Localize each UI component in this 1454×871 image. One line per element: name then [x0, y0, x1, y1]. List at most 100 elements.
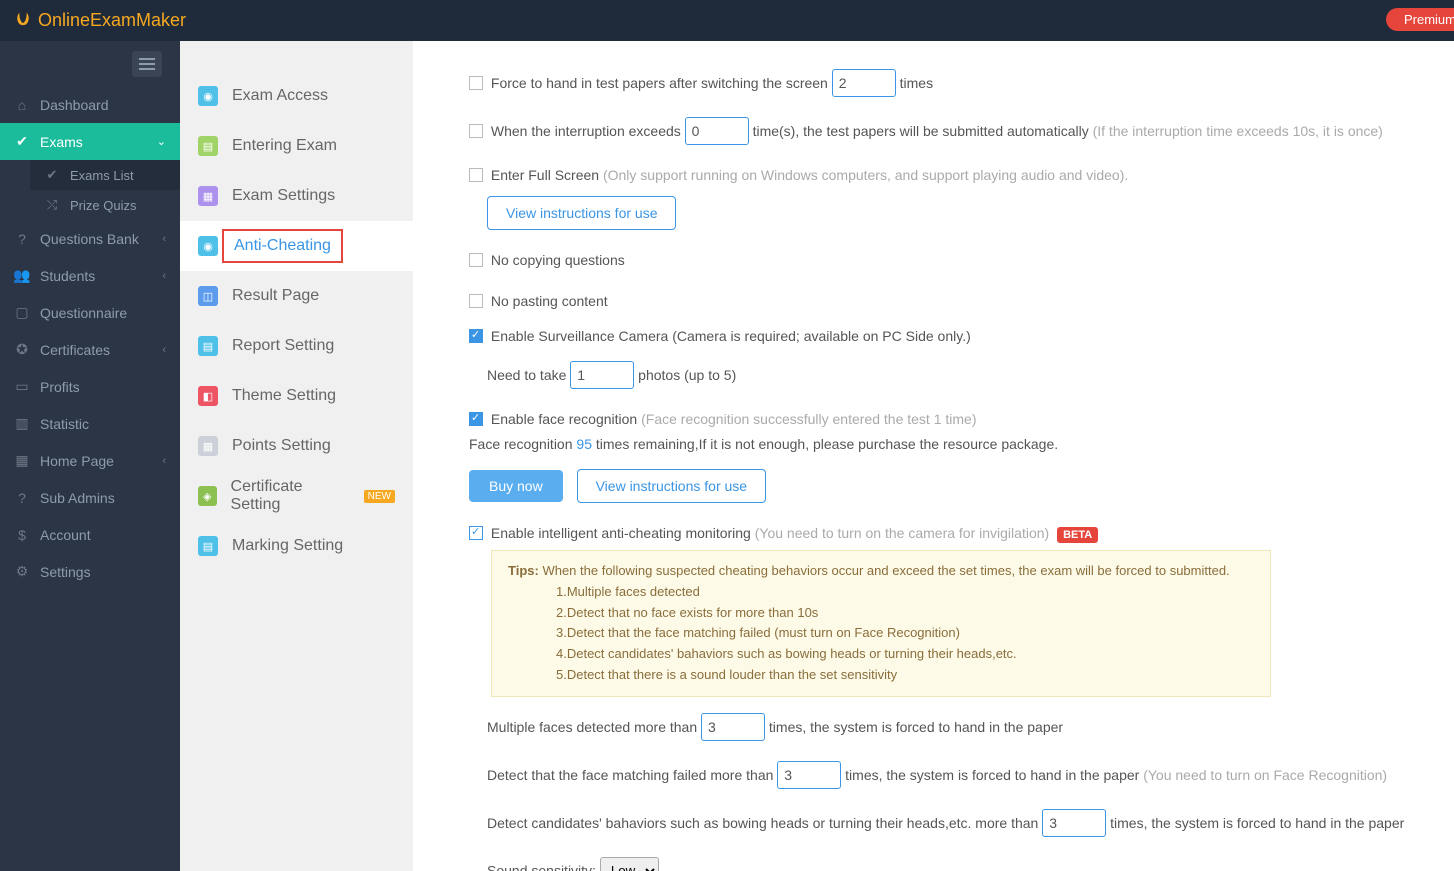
nav-profits[interactable]: ▭Profits: [0, 368, 180, 405]
tab-result-page[interactable]: ◫ Result Page: [180, 271, 413, 321]
nav-account[interactable]: $Account: [0, 516, 180, 553]
page-icon: ◫: [198, 286, 218, 306]
gear-icon: ⚙: [14, 564, 30, 580]
question-icon: ?: [14, 231, 30, 247]
card-icon: ▭: [14, 379, 30, 395]
eye-icon: ◉: [198, 236, 218, 256]
tab-label: Result Page: [232, 287, 319, 305]
view-instructions-button-2[interactable]: View instructions for use: [577, 469, 766, 503]
nav-label: Statistic: [40, 416, 89, 432]
chevron-down-icon: ⌄: [157, 135, 166, 148]
hint: (If the interruption time exceeds 10s, i…: [1093, 123, 1383, 139]
hamburger-button[interactable]: [132, 51, 162, 77]
nav-students[interactable]: 👥Students‹: [0, 257, 180, 294]
nav-home-page[interactable]: ▦Home Page‹: [0, 442, 180, 479]
nav-dashboard[interactable]: ⌂Dashboard: [0, 86, 180, 123]
shuffle-icon: ⤭: [44, 197, 60, 213]
multi-faces-input[interactable]: [701, 713, 765, 741]
chevron-left-icon: ‹: [162, 455, 166, 467]
nav-label: Students: [40, 268, 95, 284]
tab-points-setting[interactable]: ▦ Points Setting: [180, 421, 413, 471]
settings-sidebar: ◉Exam Access ▤Entering Exam ▦Exam Settin…: [180, 41, 413, 871]
view-instructions-button[interactable]: View instructions for use: [487, 196, 676, 230]
sound-sensitivity-select[interactable]: Low: [600, 857, 659, 871]
tips-box: Tips: When the following suspected cheat…: [491, 550, 1271, 697]
tips-intro: When the following suspected cheating be…: [542, 563, 1229, 578]
face-recognition-checkbox[interactable]: [469, 412, 483, 426]
buy-now-button[interactable]: Buy now: [469, 470, 563, 502]
no-copy-checkbox[interactable]: [469, 253, 483, 267]
label: No pasting content: [491, 293, 608, 309]
face-fail-input[interactable]: [777, 761, 841, 789]
tip-item: 1.Multiple faces detected: [556, 584, 700, 599]
hint: (Only support running on Windows compute…: [603, 167, 1128, 183]
tab-label: Theme Setting: [232, 387, 336, 405]
intelligent-monitoring-checkbox[interactable]: [469, 526, 483, 540]
behavior-input[interactable]: [1042, 809, 1106, 837]
nav-label: Settings: [40, 564, 91, 580]
tab-marking-setting[interactable]: ▤ Marking Setting: [180, 521, 413, 571]
logo[interactable]: OnlineExamMaker: [12, 10, 186, 32]
interruption-checkbox[interactable]: [469, 124, 483, 138]
force-switch-checkbox[interactable]: [469, 76, 483, 90]
tab-label: Points Setting: [232, 437, 331, 455]
nav-statistic[interactable]: ▥Statistic: [0, 405, 180, 442]
label: times, the system is forced to hand in t…: [1110, 815, 1404, 831]
topbar: OnlineExamMaker Premium: [0, 0, 1454, 41]
label: Sound sensitivity:: [487, 862, 596, 871]
grid-icon: ▦: [14, 453, 30, 469]
points-icon: ▦: [198, 436, 218, 456]
label: times, the system is forced to hand in t…: [845, 767, 1139, 783]
tip-item: 4.Detect candidates' bahaviors such as b…: [556, 646, 1017, 661]
no-paste-checkbox[interactable]: [469, 294, 483, 308]
nav-label: Sub Admins: [40, 490, 115, 506]
theme-icon: ◧: [198, 386, 218, 406]
nav-questionnaire[interactable]: ▢Questionnaire: [0, 294, 180, 331]
logo-text: OnlineExamMaker: [38, 10, 186, 31]
label: times: [900, 75, 933, 91]
tab-anti-cheating[interactable]: ◉ Anti-Cheating: [180, 221, 413, 271]
label: Face recognition: [469, 436, 576, 452]
nav-sub-admins[interactable]: ?Sub Admins: [0, 479, 180, 516]
tab-theme-setting[interactable]: ◧ Theme Setting: [180, 371, 413, 421]
tab-exam-access[interactable]: ◉Exam Access: [180, 71, 413, 121]
nav-label: Dashboard: [40, 97, 109, 113]
nav-settings[interactable]: ⚙ Settings: [0, 553, 180, 590]
sidebar-toggle-area: [0, 41, 180, 86]
label: Enable intelligent anti-cheating monitor…: [491, 525, 751, 541]
users-icon: 👥: [14, 268, 30, 284]
badge-icon: ✪: [14, 342, 30, 358]
tab-label: Anti-Cheating: [234, 237, 331, 254]
force-switch-input[interactable]: [832, 69, 896, 97]
enable-camera-checkbox[interactable]: [469, 329, 483, 343]
nav-certificates[interactable]: ✪Certificates‹: [0, 331, 180, 368]
label: Detect candidates' bahaviors such as bow…: [487, 815, 1038, 831]
fullscreen-checkbox[interactable]: [469, 168, 483, 182]
photos-input[interactable]: [570, 361, 634, 389]
nav-exams[interactable]: ✔Exams⌄: [0, 123, 180, 160]
left-sidebar: ⌂Dashboard ✔Exams⌄ ✔Exams List ⤭Prize Qu…: [0, 41, 180, 871]
tab-entering-exam[interactable]: ▤Entering Exam: [180, 121, 413, 171]
hint: (Face recognition successfully entered t…: [641, 411, 976, 427]
nav-questions-bank[interactable]: ?Questions Bank‹: [0, 220, 180, 257]
check-circle-icon: ✔: [44, 167, 60, 183]
shield-icon: ◉: [198, 86, 218, 106]
nav-prize-quizs[interactable]: ⤭Prize Quizs: [30, 190, 180, 220]
tab-certificate-setting[interactable]: ◈Certificate SettingNEW: [180, 471, 413, 521]
tab-label: Marking Setting: [232, 537, 343, 555]
label: Detect that the face matching failed mor…: [487, 767, 773, 783]
nav-label: Certificates: [40, 342, 110, 358]
interruption-input[interactable]: [685, 117, 749, 145]
tab-report-setting[interactable]: ▤Report Setting: [180, 321, 413, 371]
marking-icon: ▤: [198, 536, 218, 556]
label: Need to take: [487, 367, 566, 383]
label: When the interruption exceeds: [491, 123, 681, 139]
premium-button[interactable]: Premium: [1386, 8, 1454, 31]
nav-exams-list[interactable]: ✔Exams List: [30, 160, 180, 190]
hint: (You need to turn on Face Recognition): [1143, 767, 1387, 783]
settings-icon: ▦: [198, 186, 218, 206]
dollar-icon: $: [14, 527, 30, 543]
label: Enter Full Screen: [491, 167, 599, 183]
tab-exam-settings[interactable]: ▦Exam Settings: [180, 171, 413, 221]
label: No copying questions: [491, 252, 625, 268]
